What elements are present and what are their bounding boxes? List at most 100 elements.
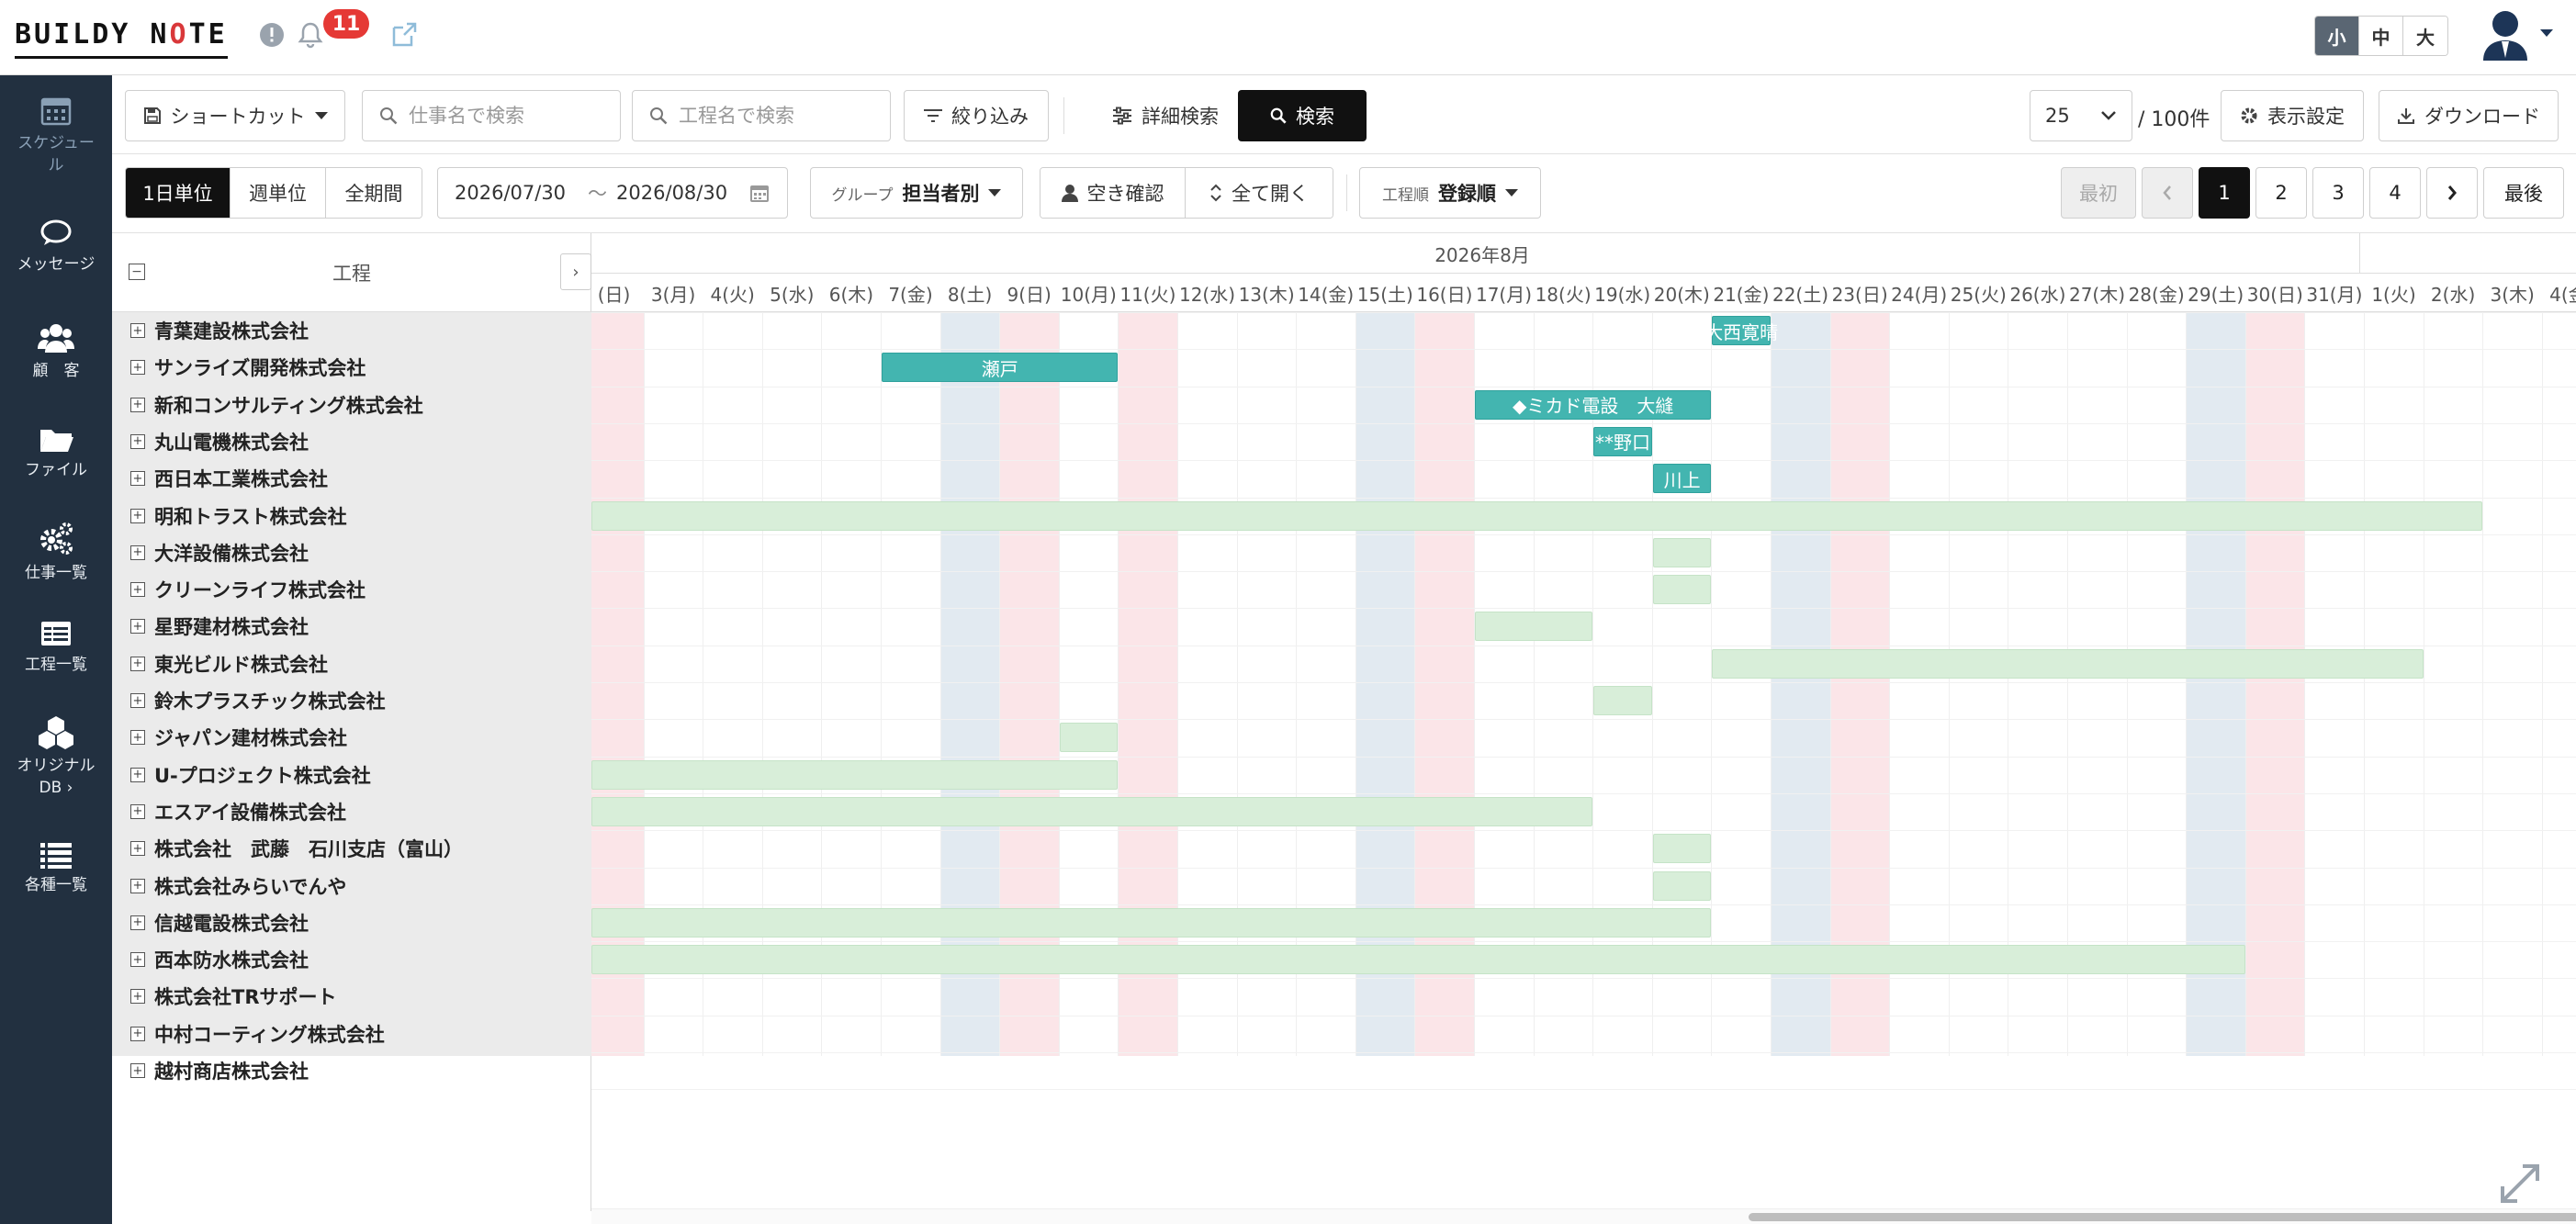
- sidebar-item-original-db[interactable]: オリジナル DB ›: [0, 714, 112, 799]
- process-row[interactable]: + 中村コーティング株式会社: [112, 1016, 591, 1052]
- process-row[interactable]: + 株式会社 武藤 石川支店（富山）: [112, 830, 591, 867]
- process-search-field[interactable]: [632, 90, 891, 141]
- expand-row-icon[interactable]: +: [130, 582, 145, 598]
- schedule-bar[interactable]: **野口: [1593, 426, 1652, 456]
- process-row[interactable]: + 株式会社TRサポート: [112, 978, 591, 1015]
- search-button[interactable]: 検索: [1238, 90, 1367, 141]
- process-row[interactable]: + ジャパン建材株式会社: [112, 719, 591, 756]
- process-row[interactable]: + 大洋設備株式会社: [112, 534, 591, 571]
- filter-button[interactable]: 絞り込み: [904, 90, 1049, 141]
- process-row[interactable]: + 東光ビルド株式会社: [112, 646, 591, 682]
- schedule-bar[interactable]: [1652, 537, 1712, 567]
- expand-row-icon[interactable]: +: [130, 693, 145, 708]
- process-row[interactable]: + 西本防水株式会社: [112, 941, 591, 978]
- schedule-bar[interactable]: [591, 796, 1593, 826]
- process-row[interactable]: + 丸山電機株式会社: [112, 423, 591, 460]
- size-medium-button[interactable]: 中: [2359, 17, 2403, 55]
- horizontal-scrollbar[interactable]: [591, 1208, 2576, 1224]
- expand-row-icon[interactable]: +: [130, 508, 145, 523]
- schedule-bar[interactable]: [1059, 723, 1119, 753]
- sidebar-item-messages[interactable]: メッセージ: [0, 219, 112, 275]
- sidebar-item-processes[interactable]: 工程一覧: [0, 619, 112, 676]
- process-search-input[interactable]: [679, 105, 862, 127]
- sidebar-item-jobs[interactable]: 仕事一覧: [0, 520, 112, 584]
- schedule-bar[interactable]: [591, 500, 2483, 531]
- expand-row-icon[interactable]: +: [130, 433, 145, 449]
- date-range-field[interactable]: 2026/07/30 〜 2026/08/30: [437, 167, 788, 219]
- job-search-field[interactable]: [362, 90, 621, 141]
- page-button-3[interactable]: 3: [2312, 167, 2364, 219]
- process-row[interactable]: + 新和コンサルティング株式会社: [112, 387, 591, 423]
- daily-view-button[interactable]: 1日単位: [126, 168, 231, 218]
- schedule-bar[interactable]: [1652, 575, 1712, 605]
- user-menu-caret-icon[interactable]: [2540, 29, 2553, 37]
- process-row[interactable]: + クリーンライフ株式会社: [112, 571, 591, 608]
- per-page-select[interactable]: 25: [2030, 90, 2132, 141]
- expand-row-icon[interactable]: +: [130, 878, 145, 893]
- expand-row-icon[interactable]: +: [130, 545, 145, 560]
- all-period-view-button[interactable]: 全期間: [326, 168, 422, 218]
- order-select[interactable]: 工程順 登録順: [1359, 167, 1541, 219]
- prev-page-button[interactable]: [2142, 167, 2193, 219]
- expand-row-icon[interactable]: +: [130, 730, 145, 746]
- expand-row-icon[interactable]: +: [130, 397, 145, 412]
- schedule-bar[interactable]: [591, 759, 1119, 790]
- expand-row-icon[interactable]: +: [130, 767, 145, 782]
- page-button-2[interactable]: 2: [2255, 167, 2307, 219]
- sidebar-item-files[interactable]: ファイル: [0, 424, 112, 481]
- user-avatar-icon[interactable]: [2480, 7, 2531, 62]
- process-row[interactable]: + エスアイ設備株式会社: [112, 793, 591, 830]
- page-button-4[interactable]: 4: [2369, 167, 2421, 219]
- expand-row-icon[interactable]: +: [130, 1026, 145, 1041]
- process-row[interactable]: + 越村商店株式会社: [112, 1052, 591, 1089]
- expand-row-icon[interactable]: +: [130, 619, 145, 634]
- expand-row-icon[interactable]: +: [130, 841, 145, 857]
- schedule-bar[interactable]: [591, 907, 1712, 938]
- process-row[interactable]: + 星野建材株式会社: [112, 608, 591, 645]
- expand-row-icon[interactable]: +: [130, 915, 145, 930]
- process-row[interactable]: + U-プロジェクト株式会社: [112, 757, 591, 793]
- expand-all-button[interactable]: 全て開く: [1186, 168, 1333, 218]
- scrollbar-thumb[interactable]: [1749, 1213, 2576, 1221]
- schedule-bar[interactable]: [1652, 834, 1712, 864]
- last-page-button[interactable]: 最後: [2483, 167, 2564, 219]
- expand-row-icon[interactable]: +: [130, 803, 145, 819]
- shortcut-dropdown[interactable]: ショートカット: [125, 90, 345, 141]
- schedule-bar[interactable]: 瀬戸: [882, 353, 1119, 383]
- schedule-bar[interactable]: [591, 945, 2245, 975]
- chevron-right-icon[interactable]: ›: [560, 253, 591, 290]
- first-page-button[interactable]: 最初: [2061, 167, 2136, 219]
- alert-icon[interactable]: [253, 17, 290, 53]
- process-row[interactable]: + 鈴木プラスチック株式会社: [112, 682, 591, 719]
- schedule-bar[interactable]: ◆ミカド電設 大縫: [1475, 389, 1712, 420]
- notification-badge[interactable]: 11: [323, 9, 369, 39]
- download-button[interactable]: ダウンロード: [2379, 90, 2559, 141]
- expand-row-icon[interactable]: +: [130, 989, 145, 1005]
- process-row[interactable]: + 株式会社みらいでんや: [112, 868, 591, 904]
- schedule-bar[interactable]: [1593, 686, 1652, 715]
- expand-row-icon[interactable]: +: [130, 656, 145, 671]
- sidebar-item-customers[interactable]: 顧 客: [0, 321, 112, 382]
- process-row[interactable]: + 青葉建設株式会社: [112, 312, 591, 349]
- process-row[interactable]: + サンライズ開発株式会社: [112, 349, 591, 386]
- size-large-button[interactable]: 大: [2403, 17, 2447, 55]
- availability-button[interactable]: 空き確認: [1041, 168, 1186, 218]
- external-link-icon[interactable]: [386, 17, 422, 53]
- schedule-bar[interactable]: 大西寛晴: [1704, 316, 1778, 345]
- display-settings-button[interactable]: 表示設定: [2221, 90, 2364, 141]
- schedule-bar[interactable]: [1652, 870, 1712, 901]
- schedule-bar[interactable]: [1712, 648, 2424, 679]
- process-row[interactable]: + 信越電設株式会社: [112, 904, 591, 941]
- expand-row-icon[interactable]: +: [130, 323, 145, 338]
- next-page-button[interactable]: [2426, 167, 2478, 219]
- process-row[interactable]: + 明和トラスト株式会社: [112, 498, 591, 534]
- advanced-search-button[interactable]: 詳細検索: [1078, 90, 1253, 141]
- group-select[interactable]: グループ 担当者別: [810, 167, 1023, 219]
- fullscreen-expand-icon[interactable]: [2495, 1159, 2545, 1208]
- expand-row-icon[interactable]: +: [130, 360, 145, 376]
- page-button-1[interactable]: 1: [2199, 167, 2250, 219]
- sidebar-item-schedule[interactable]: スケジュー ル: [0, 94, 112, 176]
- schedule-bar[interactable]: 川上: [1652, 464, 1712, 494]
- size-small-button[interactable]: 小: [2315, 17, 2359, 55]
- expand-row-icon[interactable]: +: [130, 952, 145, 968]
